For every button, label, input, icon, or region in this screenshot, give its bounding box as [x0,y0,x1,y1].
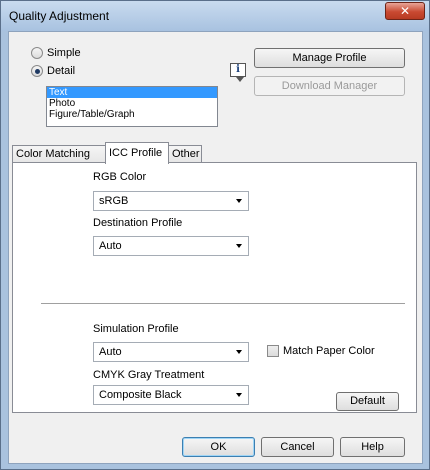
info-icon: i [230,63,246,77]
list-item-figure-table-graph[interactable]: Figure/Table/Graph [47,109,217,120]
simulation-profile-value: Auto [99,346,122,358]
default-button[interactable]: Default [336,392,399,411]
help-button[interactable]: Help [340,437,405,457]
tab-color-matching[interactable]: Color Matching [12,145,106,163]
simple-radio-label: Simple [47,47,81,59]
rgb-color-label: RGB Color [93,171,147,183]
info-icon-pointer [236,77,244,82]
title-bar[interactable]: Quality Adjustment ✕ [1,1,429,31]
chevron-down-icon [236,199,242,203]
chevron-down-icon [236,350,242,354]
destination-profile-select[interactable]: Auto [93,236,249,256]
match-paper-color-label: Match Paper Color [283,345,375,357]
icc-profile-panel: RGB Color sRGB Destination Profile Auto … [12,162,417,413]
destination-profile-value: Auto [99,240,122,252]
match-paper-color-checkbox[interactable] [267,345,279,357]
tab-icc-profile[interactable]: ICC Profile [105,142,169,164]
object-type-list[interactable]: Text Photo Figure/Table/Graph [46,86,218,127]
info-icon-glyph: i [236,64,240,75]
simple-radio-circle[interactable] [31,47,43,59]
quality-adjustment-dialog: Quality Adjustment ✕ Simple Detail Text … [0,0,430,470]
list-item-photo[interactable]: Photo [47,98,217,109]
cmyk-gray-treatment-value: Composite Black [99,389,182,401]
simulation-profile-label: Simulation Profile [93,323,179,335]
destination-profile-label: Destination Profile [93,217,183,229]
detail-radio-circle[interactable] [31,65,43,77]
simple-radio[interactable]: Simple [31,46,81,60]
window-title: Quality Adjustment [9,9,110,23]
list-item-text[interactable]: Text [47,87,217,98]
detail-radio[interactable]: Detail [31,64,75,78]
chevron-down-icon [236,393,242,397]
dialog-client-area: Simple Detail Text Photo Figure/Table/Gr… [8,31,423,464]
chevron-down-icon [236,244,242,248]
panel-separator [41,303,405,304]
cmyk-gray-treatment-select[interactable]: Composite Black [93,385,249,405]
cmyk-gray-treatment-label: CMYK Gray Treatment [93,369,205,381]
ok-button[interactable]: OK [182,437,255,457]
tab-other[interactable]: Other [168,145,202,163]
cancel-button[interactable]: Cancel [261,437,334,457]
simulation-profile-select[interactable]: Auto [93,342,249,362]
manage-profile-button[interactable]: Manage Profile [254,48,405,68]
close-icon: ✕ [399,4,411,18]
download-manager-button[interactable]: Download Manager [254,76,405,96]
rgb-color-value: sRGB [99,195,129,207]
detail-radio-label: Detail [47,65,76,77]
rgb-color-select[interactable]: sRGB [93,191,249,211]
close-button[interactable]: ✕ [385,2,425,20]
